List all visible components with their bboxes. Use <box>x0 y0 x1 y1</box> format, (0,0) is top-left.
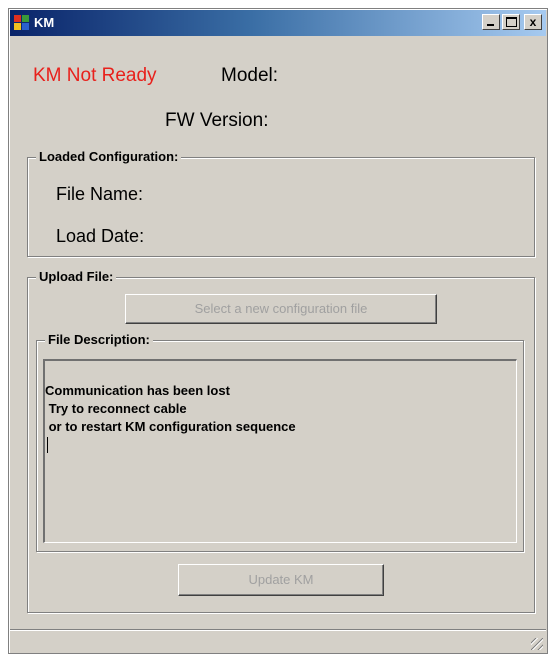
loaded-configuration-group: Loaded Configuration: File Name: Load Da… <box>27 149 535 257</box>
resize-grip-icon[interactable] <box>531 638 543 650</box>
update-km-button[interactable]: Update KM <box>178 564 384 596</box>
description-line: or to restart KM configuration sequence <box>45 419 296 434</box>
text-caret <box>47 437 48 453</box>
description-line: Communication has been lost <box>45 383 230 398</box>
select-configuration-file-button[interactable]: Select a new configuration file <box>125 294 437 324</box>
status-bar <box>10 629 546 652</box>
close-button[interactable]: x <box>524 14 542 30</box>
upload-file-legend: Upload File: <box>36 269 117 284</box>
load-date-label: Load Date: <box>56 226 145 246</box>
loaded-configuration-legend: Loaded Configuration: <box>36 149 182 164</box>
file-description-group: File Description: Communication has been… <box>36 332 524 552</box>
maximize-button[interactable] <box>502 14 520 30</box>
model-label: Model: <box>221 65 279 86</box>
minimize-button[interactable] <box>482 14 500 30</box>
title-bar[interactable]: KM x <box>10 10 546 36</box>
app-icon[interactable] <box>14 15 30 31</box>
file-description-legend: File Description: <box>45 332 153 347</box>
file-name-label: File Name: <box>56 184 144 204</box>
main-window: KM x KM Not Ready Model: FW Version: Loa… <box>8 8 548 654</box>
fw-version-label: FW Version: <box>165 110 269 131</box>
close-icon: x <box>529 15 537 29</box>
maximize-icon <box>506 17 517 27</box>
file-description-textbox[interactable]: Communication has been lost Try to recon… <box>43 359 517 543</box>
window-title: KM <box>34 15 55 30</box>
title-buttons: x <box>482 14 542 32</box>
minimize-icon <box>487 24 494 26</box>
status-label: KM Not Ready <box>33 65 157 86</box>
description-line: Try to reconnect cable <box>45 401 187 416</box>
upload-file-group: Upload File: Select a new configuration … <box>27 269 535 613</box>
